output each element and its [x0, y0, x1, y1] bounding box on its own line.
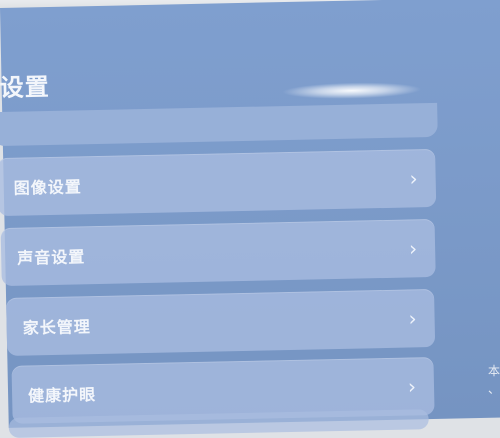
- menu-item-sound-settings[interactable]: 声音设置 ›: [0, 218, 436, 287]
- screen-glare: [281, 81, 422, 101]
- tv-screen: 设置 图像设置 › 声音设置 › 家长管理 › 健康护眼 ›: [0, 0, 500, 438]
- chevron-right-icon: ›: [408, 236, 418, 261]
- chevron-right-icon: ›: [408, 306, 417, 331]
- page-title: 设置: [0, 72, 50, 103]
- menu-item-partial-top[interactable]: [0, 102, 438, 147]
- chevron-right-icon: ›: [407, 374, 417, 399]
- side-text-line: 本: [488, 364, 500, 378]
- menu-item-label: 图像设置: [13, 177, 82, 198]
- chevron-right-icon: ›: [409, 166, 418, 191]
- side-text-line: 、: [488, 382, 500, 396]
- menu-item-label: 家长管理: [22, 317, 91, 338]
- menu-item-label: 声音设置: [17, 247, 86, 268]
- menu-item-label: 健康护眼: [27, 385, 97, 406]
- menu-item-picture-settings[interactable]: 图像设置 ›: [0, 148, 437, 217]
- side-panel-text: 本 、: [488, 362, 500, 398]
- menu-item-parental-control[interactable]: 家长管理 ›: [6, 288, 436, 356]
